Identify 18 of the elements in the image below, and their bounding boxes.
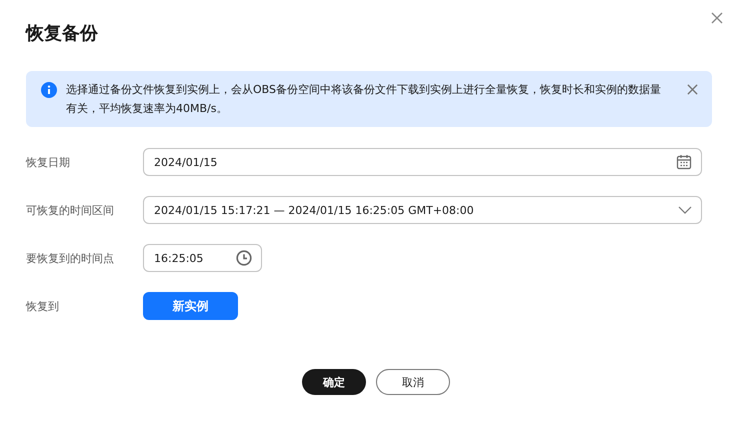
dialog-title: 恢复备份 <box>26 22 98 46</box>
field-label: 恢复到 <box>26 298 60 314</box>
date-field[interactable]: 2024/01/15 <box>143 148 702 176</box>
info-icon <box>41 82 57 98</box>
time-field[interactable]: 16:25:05 <box>143 244 262 272</box>
clock-icon[interactable] <box>236 250 252 266</box>
chevron-down-icon[interactable] <box>678 206 692 214</box>
field-label: 要恢复到的时间点 <box>26 250 115 266</box>
confirm-button[interactable]: 确定 <box>302 369 366 395</box>
cancel-button[interactable]: 取消 <box>376 369 450 395</box>
field-label: 可恢复的时间区间 <box>26 202 115 218</box>
close-button[interactable] <box>711 12 723 24</box>
alert-message: 选择通过备份文件恢复到实例上，会从OBS备份空间中将该备份文件下载到实例上进行全量恢复，恢复时长和实例的数据量有关，平均恢复速率为40MB/s。 <box>66 82 662 117</box>
calendar-icon[interactable] <box>676 154 692 170</box>
field-label: 恢复日期 <box>26 154 71 170</box>
close-button[interactable] <box>687 84 698 95</box>
new-instance-button[interactable]: 新实例 <box>143 292 238 320</box>
time-range-select[interactable]: 2024/01/15 15:17:21 — 2024/01/15 16:25:05 GMT+08:00 <box>143 196 702 224</box>
